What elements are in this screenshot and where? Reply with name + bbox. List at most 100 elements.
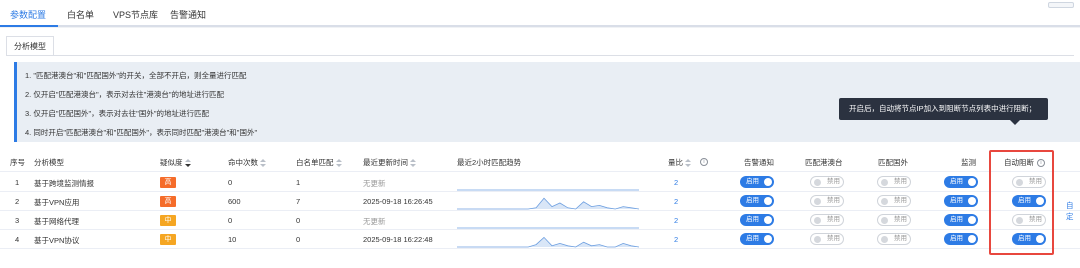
tab-whitelist[interactable]: 白名单 <box>67 8 94 21</box>
alert-toggle[interactable]: 启用 <box>740 195 774 207</box>
toggle-knob <box>814 236 821 243</box>
trend-sparkline <box>457 227 639 229</box>
monitor-toggle[interactable]: 启用 <box>944 176 978 188</box>
row-hits: 0 <box>228 216 233 225</box>
hk-toggle[interactable]: 禁用 <box>810 214 844 226</box>
foreign-toggle[interactable]: 禁用 <box>877 214 911 226</box>
auto-block-toggle[interactable]: 启用 <box>1012 195 1046 207</box>
col-quantity[interactable]: 量比 <box>668 157 691 168</box>
custom-link[interactable]: 自定 <box>1066 200 1080 222</box>
col-suspicion-label: 疑似度 <box>160 158 183 167</box>
trend-sparkline <box>457 236 639 248</box>
toggle-label: 禁用 <box>894 178 907 185</box>
tab-vps-node-library[interactable]: VPS节点库 <box>113 8 158 21</box>
row-hits: 10 <box>228 235 237 244</box>
info-line: 1. "匹配港澳台"和"匹配国外"的开关，全部不开启，则全量进行匹配 <box>25 71 247 80</box>
toggle-label: 禁用 <box>827 178 840 185</box>
col-whitelist[interactable]: 白名单匹配 <box>296 157 342 168</box>
row-index: 4 <box>15 235 20 244</box>
col-trend: 最近2小时匹配趋势 <box>457 158 522 167</box>
col-monitor: 监测 <box>961 158 976 167</box>
toggle-knob <box>764 178 772 186</box>
foreign-toggle[interactable]: 禁用 <box>877 195 911 207</box>
toggle-label: 启用 <box>746 178 759 185</box>
trend-area <box>457 198 639 209</box>
hk-toggle[interactable]: 禁用 <box>810 233 844 245</box>
col-last-update[interactable]: 最近更新时间 <box>363 157 416 168</box>
toggle-label: 禁用 <box>1029 216 1042 223</box>
toggle-label: 启用 <box>746 216 759 223</box>
table-row: 2 基于VPN应用 高 600 7 2025-09-18 16:26:45 2 启用 禁用 禁用 启… <box>0 192 1080 211</box>
toggle-knob <box>764 197 772 205</box>
toggle-label: 启用 <box>950 235 963 242</box>
tab-scroll-buttons[interactable] <box>1048 2 1074 8</box>
toggle-knob <box>814 198 821 205</box>
suspicion-badge: 中 <box>160 215 176 226</box>
sort-icon[interactable] <box>184 159 191 168</box>
quantity-link[interactable]: 2 <box>674 197 678 206</box>
foreign-toggle[interactable]: 禁用 <box>877 233 911 245</box>
sort-icon[interactable] <box>260 159 266 168</box>
col-hits-label: 命中次数 <box>228 158 258 167</box>
table-header: 序号 分析模型 疑似度 命中次数 白名单匹配 最近更新时间 最近2小时匹配趋势 … <box>0 150 1080 172</box>
toggle-knob <box>881 217 888 224</box>
row-index: 1 <box>15 178 20 187</box>
col-hk: 匹配港澳台 <box>805 158 843 167</box>
row-model: 基于VPN应用 <box>34 198 80 207</box>
col-auto-block: 自动阻断 i <box>1004 157 1045 168</box>
hk-toggle[interactable]: 禁用 <box>810 195 844 207</box>
row-model: 基于VPN协议 <box>34 236 80 245</box>
toggle-knob <box>814 217 821 224</box>
row-whitelist: 1 <box>296 178 301 187</box>
monitor-toggle[interactable]: 启用 <box>944 214 978 226</box>
row-whitelist: 0 <box>296 235 301 244</box>
info-line: 4. 同时开启"匹配港澳台"和"匹配国外"，表示同时匹配"港澳台"和"国外" <box>25 128 258 137</box>
tooltip-arrow <box>1010 120 1020 125</box>
toggle-knob <box>1016 179 1023 186</box>
col-suspicion[interactable]: 疑似度 <box>160 157 191 168</box>
row-index: 2 <box>15 197 20 206</box>
auto-block-toggle[interactable]: 启用 <box>1012 233 1046 245</box>
toggle-label: 启用 <box>950 178 963 185</box>
toggle-label: 禁用 <box>894 216 907 223</box>
toggle-label: 禁用 <box>894 235 907 242</box>
info-line: 3. 仅开启"匹配国外"，表示对去往"国外"的地址进行匹配 <box>25 109 209 118</box>
alert-toggle[interactable]: 启用 <box>740 176 774 188</box>
row-whitelist: 7 <box>296 197 301 206</box>
col-hits[interactable]: 命中次数 <box>228 157 266 168</box>
sort-icon[interactable] <box>335 159 342 168</box>
quantity-link[interactable]: 2 <box>674 216 678 225</box>
suspicion-badge: 中 <box>160 234 176 245</box>
toggle-knob <box>764 216 772 224</box>
info-icon[interactable]: i <box>1037 159 1045 168</box>
col-alert: 告警通知 <box>744 158 774 167</box>
alert-toggle[interactable]: 启用 <box>740 233 774 245</box>
suspicion-badge: 高 <box>160 196 176 207</box>
sort-icon[interactable] <box>685 159 691 168</box>
quantity-link[interactable]: 2 <box>674 235 678 244</box>
sort-icon[interactable] <box>410 159 416 168</box>
alert-toggle[interactable]: 启用 <box>740 214 774 226</box>
auto-block-toggle[interactable]: 禁用 <box>1012 176 1046 188</box>
auto-block-toggle[interactable]: 禁用 <box>1012 214 1046 226</box>
toggle-label: 禁用 <box>827 197 840 204</box>
toggle-label: 禁用 <box>894 197 907 204</box>
quantity-link[interactable]: 2 <box>674 178 678 187</box>
toggle-knob <box>881 236 888 243</box>
suspicion-badge: 高 <box>160 177 176 188</box>
tab-params-config[interactable]: 参数配置 <box>10 8 46 21</box>
tab-alert-notify[interactable]: 告警通知 <box>170 8 206 21</box>
monitor-toggle[interactable]: 启用 <box>944 195 978 207</box>
auto-block-tooltip: 开启后，自动将节点IP加入到阻断节点列表中进行阻断； <box>839 98 1048 120</box>
monitor-toggle[interactable]: 启用 <box>944 233 978 245</box>
help-icon[interactable]: i <box>697 157 708 167</box>
trend-sparkline <box>457 189 639 191</box>
toggle-knob <box>814 179 821 186</box>
tab-analysis-model[interactable]: 分析模型 <box>6 36 54 56</box>
col-auto-block-label: 自动阻断 <box>1004 158 1034 167</box>
col-whitelist-label: 白名单匹配 <box>296 158 334 167</box>
toggle-knob <box>881 198 888 205</box>
table-row: 1 基于跨境监测情报 高 0 1 无更新 2 启用 禁用 禁用 启用 禁用 <box>0 173 1080 192</box>
foreign-toggle[interactable]: 禁用 <box>877 176 911 188</box>
hk-toggle[interactable]: 禁用 <box>810 176 844 188</box>
